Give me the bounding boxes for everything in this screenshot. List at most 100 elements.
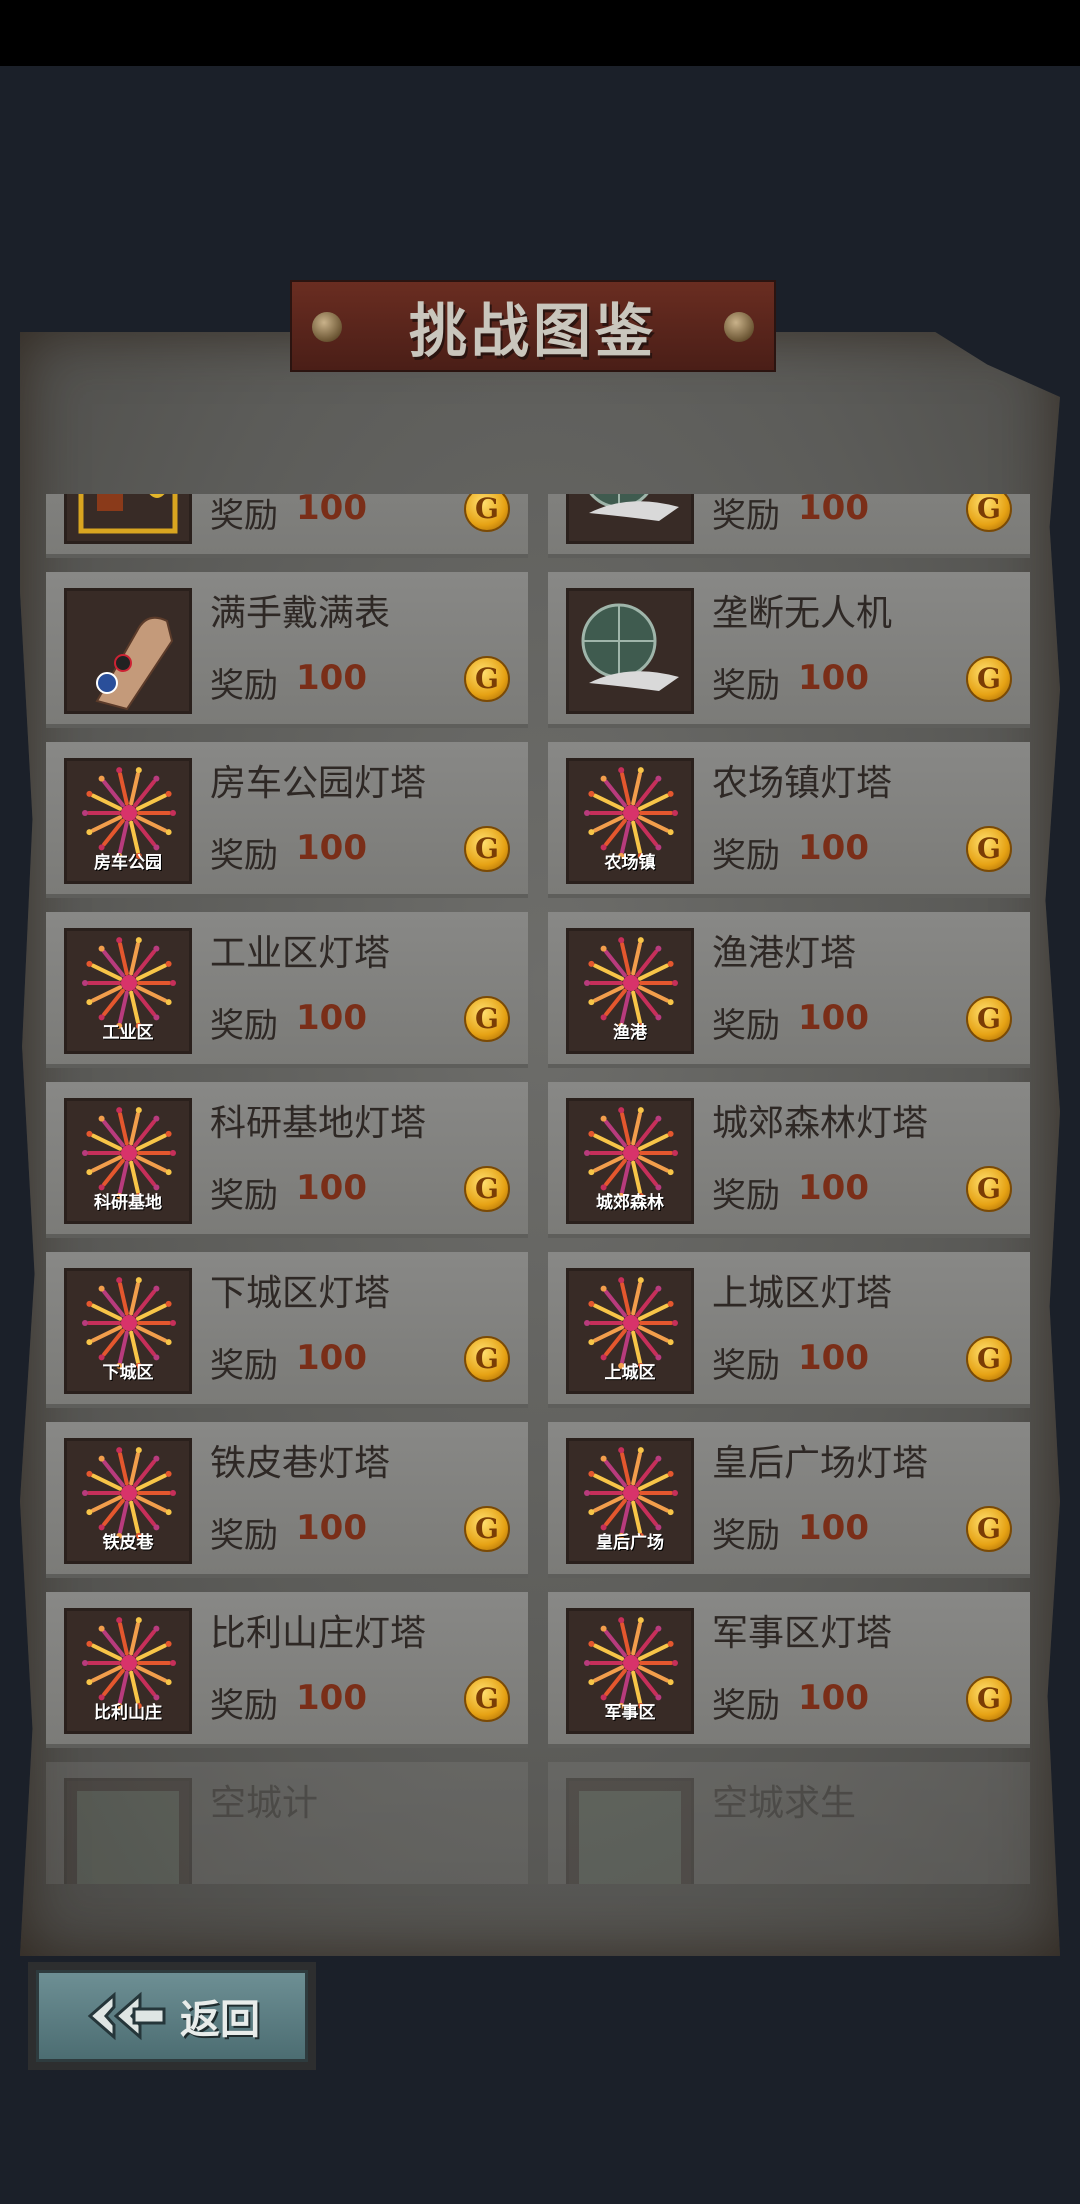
locked-survival-map-icon: [566, 1778, 694, 1884]
thumb-label: 皇后广场: [596, 1533, 664, 1553]
challenge-list[interactable]: 奖励 100 G 奖励 100 G 满手戴满表 奖励 100 G 垄断无人机 奖励 100 G 房车公园 房车…: [46, 494, 1030, 1884]
thumb-label: 军事区: [604, 1703, 656, 1723]
firework-icon: 房车公园: [64, 758, 192, 884]
locked-empty-city-icon: [64, 1778, 192, 1884]
reward-value: 100: [798, 1168, 869, 1208]
gold-coin-icon: G: [464, 996, 510, 1042]
firework-icon: 上城区: [566, 1268, 694, 1394]
title-plate: 挑战图鉴: [290, 280, 776, 372]
challenge-name: 比利山庄灯塔: [210, 1613, 427, 1654]
gold-coin-icon: G: [464, 826, 510, 872]
challenge-name: 农场镇灯塔: [712, 763, 893, 804]
firework-icon: 科研基地: [64, 1098, 192, 1224]
thumb-label: 城郊森林: [596, 1193, 664, 1213]
thumb-label: 上城区: [604, 1363, 656, 1383]
gold-coin-icon: G: [966, 494, 1012, 532]
challenge-name: 工业区灯塔: [210, 933, 391, 974]
firework-icon: 皇后广场: [566, 1438, 694, 1564]
challenge-card[interactable]: 上城区 上城区灯塔 奖励 100 G: [548, 1252, 1030, 1408]
challenge-card[interactable]: 科研基地 科研基地灯塔 奖励 100 G: [46, 1082, 528, 1238]
challenge-name: 皇后广场灯塔: [712, 1443, 929, 1484]
rivet-icon: [312, 312, 342, 342]
back-button-face[interactable]: 返回: [36, 1970, 308, 2062]
thumb-label: 下城区: [102, 1363, 154, 1383]
reward-value: 100: [798, 1508, 869, 1548]
wrist-watch-icon: [64, 588, 192, 714]
challenge-name: 房车公园灯塔: [210, 763, 427, 804]
challenge-card[interactable]: 比利山庄 比利山庄灯塔 奖励 100 G: [46, 1592, 528, 1748]
reward-value: 100: [296, 658, 367, 698]
challenge-card[interactable]: 下城区 下城区灯塔 奖励 100 G: [46, 1252, 528, 1408]
challenge-card[interactable]: 满手戴满表奖励 100 G: [46, 572, 528, 728]
reward-label: 奖励: [712, 1346, 780, 1386]
challenge-card[interactable]: 铁皮巷 铁皮巷灯塔 奖励 100 G: [46, 1422, 528, 1578]
challenge-name: 科研基地灯塔: [210, 1103, 427, 1144]
reward-label: 奖励: [712, 666, 780, 706]
challenge-name: 军事区灯塔: [712, 1613, 893, 1654]
page-title: 挑战图鉴: [408, 297, 657, 365]
reward-value: 100: [296, 1678, 367, 1718]
reward-label: 奖励: [210, 1686, 278, 1726]
reward-label: 奖励: [712, 1006, 780, 1046]
gold-coin-icon: G: [464, 1506, 510, 1552]
back-button[interactable]: 返回: [28, 1962, 316, 2070]
challenge-card[interactable]: 奖励 100 G: [548, 494, 1030, 558]
firework-icon: 军事区: [566, 1608, 694, 1734]
challenge-card[interactable]: 农场镇 农场镇灯塔奖励 100 G: [548, 742, 1030, 898]
reward-label: 奖励: [712, 496, 780, 536]
challenge-card[interactable]: 皇后广场 皇后广场灯塔 奖励 100 G: [548, 1422, 1030, 1578]
reward-label: 奖励: [712, 1176, 780, 1216]
challenge-name: 满手戴满表: [210, 593, 391, 634]
challenge-card[interactable]: 工业区 工业区灯塔 奖励 100 G: [46, 912, 528, 1068]
phone-globe-icon: [566, 494, 694, 544]
reward-label: 奖励: [210, 1346, 278, 1386]
challenge-name: 渔港灯塔: [712, 933, 857, 974]
challenge-card[interactable]: 空城求生: [548, 1762, 1030, 1884]
firework-icon: 工业区: [64, 928, 192, 1054]
gold-coin-icon: G: [966, 826, 1012, 872]
challenge-card[interactable]: 城郊森林 城郊森林灯塔 奖励 100 G: [548, 1082, 1030, 1238]
challenge-name: 空城计: [210, 1783, 319, 1824]
reward-value: 100: [798, 1338, 869, 1378]
challenge-name: 下城区灯塔: [210, 1273, 391, 1314]
firework-icon: 比利山庄: [64, 1608, 192, 1734]
gold-coin-icon: G: [464, 1166, 510, 1212]
gold-coin-icon: G: [966, 1676, 1012, 1722]
reward-value: 100: [798, 494, 869, 528]
firework-icon: 铁皮巷: [64, 1438, 192, 1564]
reward-label: 奖励: [712, 836, 780, 876]
gold-coin-icon: G: [464, 494, 510, 532]
reward-value: 100: [798, 658, 869, 698]
reward-value: 100: [798, 828, 869, 868]
challenge-name: 垄断无人机: [712, 593, 893, 634]
thumb-label: 比利山庄: [94, 1703, 162, 1723]
firework-icon: 农场镇: [566, 758, 694, 884]
firework-icon: 下城区: [64, 1268, 192, 1394]
challenge-name: 铁皮巷灯塔: [210, 1443, 391, 1484]
thumb-label: 工业区: [102, 1023, 154, 1043]
reward-label: 奖励: [210, 1516, 278, 1556]
gold-coin-icon: G: [464, 656, 510, 702]
thumb-label: 铁皮巷: [102, 1533, 154, 1553]
reward-value: 100: [798, 998, 869, 1038]
challenge-card[interactable]: 空城计: [46, 1762, 528, 1884]
gold-coin-icon: G: [464, 1676, 510, 1722]
back-button-label: 返回: [180, 1997, 260, 2043]
reward-value: 100: [798, 1678, 869, 1718]
challenge-card[interactable]: 奖励 100 G: [46, 494, 528, 558]
challenge-card[interactable]: 渔港 渔港灯塔 奖励 100 G: [548, 912, 1030, 1068]
challenge-card[interactable]: 房车公园 房车公园灯塔 奖励 100 G: [46, 742, 528, 898]
reward-label: 奖励: [712, 1516, 780, 1556]
challenge-card[interactable]: 军事区 军事区灯塔 奖励 100 G: [548, 1592, 1030, 1748]
challenge-name: 城郊森林灯塔: [712, 1103, 929, 1144]
challenge-card[interactable]: 垄断无人机 奖励 100 G: [548, 572, 1030, 728]
double-arrow-left-icon: [87, 1991, 166, 2041]
thumb-label: 科研基地: [94, 1193, 162, 1213]
rivet-icon: [724, 312, 754, 342]
firework-icon: 城郊森林: [566, 1098, 694, 1224]
challenge-name: 上城区灯塔: [712, 1273, 893, 1314]
reward-label: 奖励: [210, 836, 278, 876]
reward-value: 100: [296, 1338, 367, 1378]
trophy-shelf-icon: [64, 494, 192, 544]
reward-label: 奖励: [210, 666, 278, 706]
